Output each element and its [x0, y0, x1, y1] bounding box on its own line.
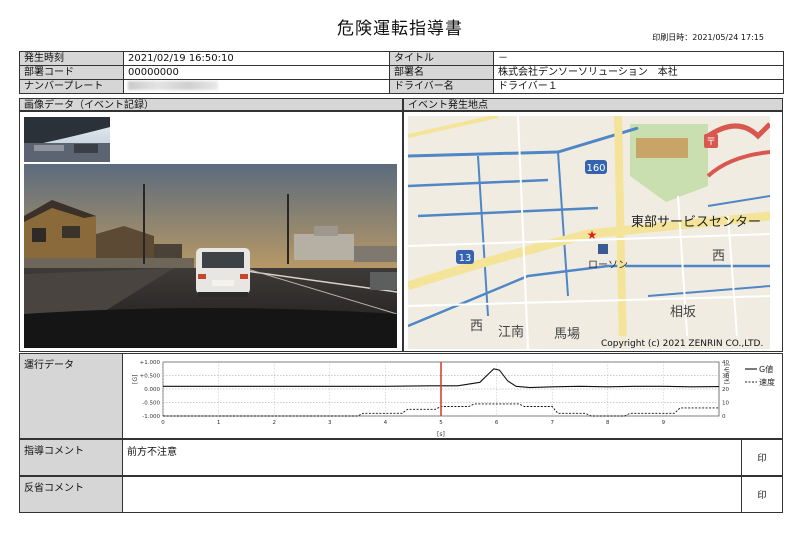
map-label-center: 東部サービスセンター [631, 214, 761, 230]
left-tick-label: -1.000 [142, 414, 160, 420]
x-tick-label: 9 [662, 420, 666, 426]
print-datetime-value: 2021/05/24 17:15 [692, 33, 764, 42]
guidance-label: 指導コメント [19, 439, 123, 476]
plate-redacted [128, 81, 218, 90]
svg-text:〒: 〒 [706, 137, 716, 148]
map-label-west: 西 [712, 249, 725, 264]
title-label: タイトル [389, 51, 494, 66]
right-tick-label: 20 [722, 387, 729, 393]
title-value: － [493, 51, 784, 66]
reflection-comment[interactable] [122, 476, 742, 513]
route-13-label: 13 [459, 253, 472, 264]
left-axis-unit: [G] [132, 375, 139, 384]
right-axis-unit: [km/h] [724, 364, 731, 384]
left-tick-label: +1.000 [140, 360, 161, 366]
post-office-icon: 〒 [704, 134, 718, 148]
left-tick-label: 0.000 [144, 387, 160, 393]
x-tick-label: 7 [550, 420, 554, 426]
dept-name-value: 株式会社デンソーソリューション 本社 [493, 65, 784, 80]
map-copyright: Copyright (c) 2021 ZENRIN CO.,LTD. [601, 339, 763, 349]
plate-label: ナンバープレート [19, 79, 124, 94]
guidance-comment[interactable]: 前方不注意 [122, 439, 742, 476]
left-tick-label: +0.500 [140, 374, 161, 380]
chart-lines [163, 362, 720, 417]
chart-legend: G値 速度 [745, 364, 775, 387]
x-tick-label: 4 [384, 420, 388, 426]
image-panel-label: 画像データ（イベント記録） [19, 98, 403, 111]
occurred-value: 2021/02/19 16:50:10 [123, 51, 390, 66]
map-panel: 160 13 〒 ★ 東部サービスセンター ローソン 西 西 江南 馬場 相坂 … [403, 111, 783, 352]
driver-value: ドライバー１ [493, 79, 784, 94]
left-tick-label: -0.500 [142, 401, 160, 407]
map-label-west-south: 西 [470, 319, 483, 334]
store-icon [598, 244, 608, 254]
dashcam-frame[interactable] [24, 164, 397, 348]
event-location-marker-icon: ★ [587, 228, 598, 242]
event-thumbnail[interactable] [24, 117, 110, 162]
info-row-1: 発生時刻 2021/02/19 16:50:10 タイトル － [19, 51, 784, 66]
map-label-aisaka: 相坂 [670, 305, 696, 320]
x-tick-label: 2 [272, 420, 276, 426]
operation-label: 運行データ [19, 353, 123, 439]
print-datetime: 印刷日時：2021/05/24 17:15 [652, 32, 764, 43]
info-row-2: 部署コード 00000000 部署名 株式会社デンソーソリューション 本社 [19, 65, 784, 80]
map-panel-label: イベント発生地点 [403, 98, 783, 111]
x-tick-label: 3 [328, 420, 332, 426]
operation-panel: +1.000 +0.500 0.000 -0.500 -1.000 40 30 20 10 0 0 1… [122, 353, 783, 439]
legend-g: G値 [759, 364, 773, 374]
route-13-badge: 13 [456, 250, 474, 264]
x-tick-label: 6 [495, 420, 499, 426]
x-tick-label: 5 [439, 420, 443, 426]
map-label-baba: 馬場 [554, 327, 580, 342]
info-table: 発生時刻 2021/02/19 16:50:10 タイトル － 部署コード 00… [19, 51, 784, 94]
occurred-label: 発生時刻 [19, 51, 124, 66]
x-tick-label: 1 [217, 420, 221, 426]
x-tick-label: 0 [161, 420, 165, 426]
dept-name-label: 部署名 [389, 65, 494, 80]
map-label-store: ローソン [588, 260, 628, 271]
right-tick-label: 0 [722, 414, 726, 420]
map-label-konan: 江南 [498, 324, 524, 340]
right-tick-label: 10 [722, 401, 729, 407]
operation-chart: +1.000+0.5000.000-0.500-1.0004030201000 1… [132, 360, 775, 438]
info-row-3: ナンバープレート ドライバー名 ドライバー１ [19, 79, 784, 94]
print-datetime-label: 印刷日時： [652, 33, 693, 42]
event-map[interactable]: 160 13 〒 ★ 東部サービスセンター ローソン 西 西 江南 馬場 相坂 … [408, 116, 770, 349]
guidance-stamp-box: 印 [741, 439, 783, 476]
route-160-badge: 160 [585, 160, 607, 174]
reflection-stamp-box: 印 [741, 476, 783, 513]
route-160-label: 160 [586, 163, 605, 174]
driver-label: ドライバー名 [389, 79, 494, 94]
image-panel [19, 111, 403, 352]
legend-speed: 速度 [759, 377, 775, 387]
dept-code-value: 00000000 [123, 65, 390, 80]
plate-value [123, 79, 390, 94]
reflection-label: 反省コメント [19, 476, 123, 513]
dept-code-label: 部署コード [19, 65, 124, 80]
x-tick-label: 8 [606, 420, 610, 426]
x-axis-unit: [s] [437, 431, 445, 438]
